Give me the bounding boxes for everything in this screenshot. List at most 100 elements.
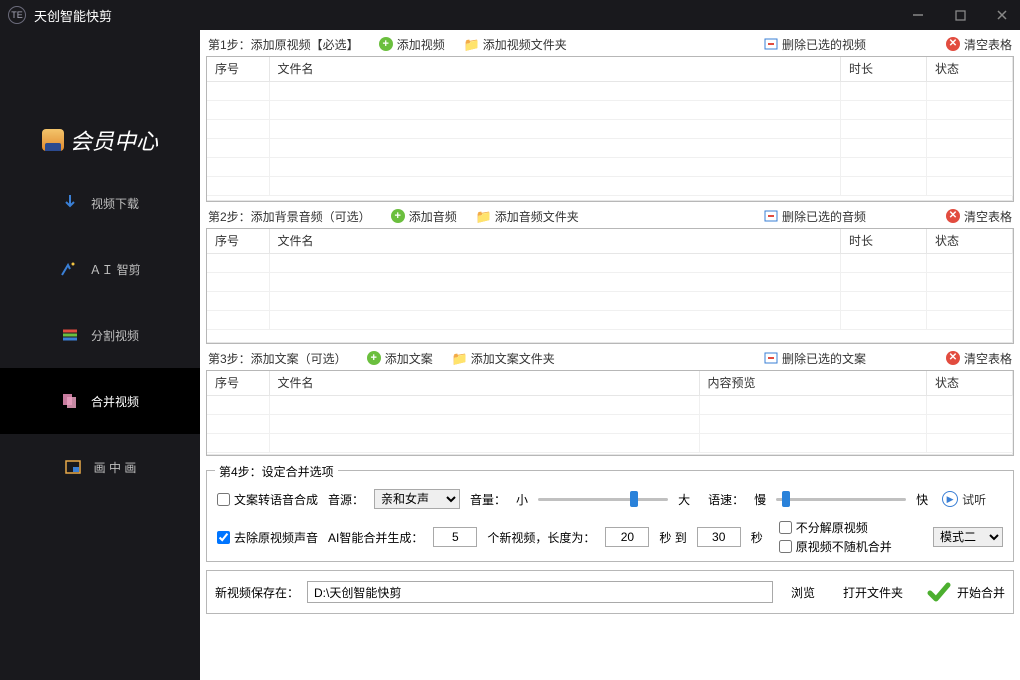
speed-slider[interactable] <box>776 498 906 501</box>
step2-toolbar: 第2步：添加背景音频（可选） +添加音频 📁添加音频文件夹 删除已选的音频 ✕清… <box>206 202 1014 228</box>
folder-icon: 📁 <box>465 37 479 51</box>
audio-table[interactable]: 序号 文件名 时长 状态 <box>206 228 1014 344</box>
save-row: 新视频保存在： 浏览 打开文件夹 开始合并 <box>206 570 1014 614</box>
user-info <box>0 30 200 110</box>
voice-select[interactable]: 亲和女声 <box>374 489 460 509</box>
folder-icon: 📁 <box>453 351 467 365</box>
add-icon: + <box>367 351 381 365</box>
spd-slow-label: 慢 <box>754 491 766 508</box>
preview-button[interactable]: ▶试听 <box>942 491 986 508</box>
save-path-input[interactable] <box>307 581 773 603</box>
start-merge-button[interactable]: 开始合并 <box>927 580 1005 604</box>
add-text-folder-button[interactable]: 📁添加文案文件夹 <box>453 350 555 367</box>
vol-big-label: 大 <box>678 491 690 508</box>
clear-text-button[interactable]: ✕清空表格 <box>946 350 1012 367</box>
sidebar-item-pip[interactable]: 画 中 画 <box>0 434 200 500</box>
add-audio-button[interactable]: +添加音频 <box>391 208 457 225</box>
title-bar: TE 天创智能快剪 <box>0 0 1020 30</box>
mode-select[interactable]: 模式二 <box>933 527 1003 547</box>
col-status: 状态 <box>927 57 1013 81</box>
add-video-button[interactable]: +添加视频 <box>379 36 445 53</box>
voice-label: 音源： <box>328 491 364 508</box>
member-center-button[interactable]: 会员中心 <box>0 110 200 170</box>
clear-icon: ✕ <box>946 351 960 365</box>
app-logo: TE <box>8 6 26 24</box>
sidebar-item-label: 视频下载 <box>91 195 139 212</box>
col-preview: 内容预览 <box>699 371 927 395</box>
ai-label: AI智能合并生成： <box>328 529 423 546</box>
sidebar: 会员中心 视频下载 ＡＩ 智剪 分割视频 合并视频 画 中 画 <box>0 30 200 680</box>
sidebar-item-label: 合并视频 <box>91 393 139 410</box>
delete-audio-button[interactable]: 删除已选的音频 <box>764 208 866 225</box>
delete-text-button[interactable]: 删除已选的文案 <box>764 350 866 367</box>
sidebar-item-label: ＡＩ 智剪 <box>89 261 140 278</box>
remove-audio-checkbox[interactable]: 去除原视频声音 <box>217 529 318 546</box>
text-table[interactable]: 序号 文件名 内容预览 状态 <box>206 370 1014 456</box>
sidebar-item-download[interactable]: 视频下载 <box>0 170 200 236</box>
delete-video-button[interactable]: 删除已选的视频 <box>764 36 866 53</box>
add-video-folder-button[interactable]: 📁添加视频文件夹 <box>465 36 567 53</box>
add-text-button[interactable]: +添加文案 <box>367 350 433 367</box>
col-duration: 时长 <box>841 229 927 253</box>
count-unit-label: 个新视频，长度为： <box>487 529 595 546</box>
add-icon: + <box>379 37 393 51</box>
merge-icon <box>61 392 79 410</box>
folder-icon: 📁 <box>477 209 491 223</box>
pip-icon <box>64 458 82 476</box>
split-icon <box>61 326 79 344</box>
add-audio-folder-button[interactable]: 📁添加音频文件夹 <box>477 208 579 225</box>
step2-label: 第2步：添加背景音频（可选） <box>208 208 371 225</box>
clear-audio-button[interactable]: ✕清空表格 <box>946 208 1012 225</box>
col-no: 序号 <box>207 371 269 395</box>
checkmark-icon <box>927 580 951 604</box>
len-to-input[interactable] <box>697 527 741 547</box>
video-table[interactable]: 序号 文件名 时长 状态 <box>206 56 1014 202</box>
download-icon <box>61 194 79 212</box>
col-status: 状态 <box>927 229 1013 253</box>
col-no: 序号 <box>207 229 269 253</box>
add-icon: + <box>391 209 405 223</box>
sidebar-item-label: 分割视频 <box>91 327 139 344</box>
col-status: 状态 <box>927 371 1013 395</box>
tts-checkbox[interactable]: 文案转语音合成 <box>217 491 318 508</box>
delete-icon <box>764 37 778 51</box>
open-folder-button[interactable]: 打开文件夹 <box>833 581 913 603</box>
ai-icon <box>59 260 77 278</box>
col-name: 文件名 <box>269 229 841 253</box>
speed-label: 语速： <box>708 491 744 508</box>
volume-slider[interactable] <box>538 498 668 501</box>
maximize-button[interactable] <box>950 5 970 25</box>
app-title: 天创智能快剪 <box>34 6 112 25</box>
sec-to-label: 秒 到 <box>659 529 686 546</box>
col-no: 序号 <box>207 57 269 81</box>
sidebar-item-ai-cut[interactable]: ＡＩ 智剪 <box>0 236 200 302</box>
sidebar-item-split[interactable]: 分割视频 <box>0 302 200 368</box>
count-input[interactable] <box>433 527 477 547</box>
main-panel: 第1步：添加原视频【必选】 +添加视频 📁添加视频文件夹 删除已选的视频 ✕清空… <box>200 30 1020 680</box>
len-from-input[interactable] <box>605 527 649 547</box>
step4-label: 第4步：设定合并选项 <box>215 463 338 480</box>
no-random-checkbox[interactable]: 原视频不随机合并 <box>779 538 892 555</box>
browse-button[interactable]: 浏览 <box>781 581 825 603</box>
step3-toolbar: 第3步：添加文案（可选） +添加文案 📁添加文案文件夹 删除已选的文案 ✕清空表… <box>206 344 1014 370</box>
clear-video-button[interactable]: ✕清空表格 <box>946 36 1012 53</box>
step1-toolbar: 第1步：添加原视频【必选】 +添加视频 📁添加视频文件夹 删除已选的视频 ✕清空… <box>206 30 1014 56</box>
delete-icon <box>764 209 778 223</box>
sec-label: 秒 <box>751 529 763 546</box>
spd-fast-label: 快 <box>916 491 928 508</box>
sidebar-item-merge[interactable]: 合并视频 <box>0 368 200 434</box>
close-button[interactable] <box>992 5 1012 25</box>
delete-icon <box>764 351 778 365</box>
col-name: 文件名 <box>269 371 699 395</box>
no-split-checkbox[interactable]: 不分解原视频 <box>779 519 892 536</box>
clear-icon: ✕ <box>946 209 960 223</box>
volume-label: 音量： <box>470 491 506 508</box>
col-duration: 时长 <box>841 57 927 81</box>
clear-icon: ✕ <box>946 37 960 51</box>
col-name: 文件名 <box>269 57 841 81</box>
avatar-icon <box>42 129 64 151</box>
minimize-button[interactable] <box>908 5 928 25</box>
step4-panel: 第4步：设定合并选项 文案转语音合成 音源： 亲和女声 音量： 小 大 语速： … <box>206 470 1014 562</box>
sidebar-item-label: 画 中 画 <box>94 459 137 476</box>
save-label: 新视频保存在： <box>215 584 299 601</box>
